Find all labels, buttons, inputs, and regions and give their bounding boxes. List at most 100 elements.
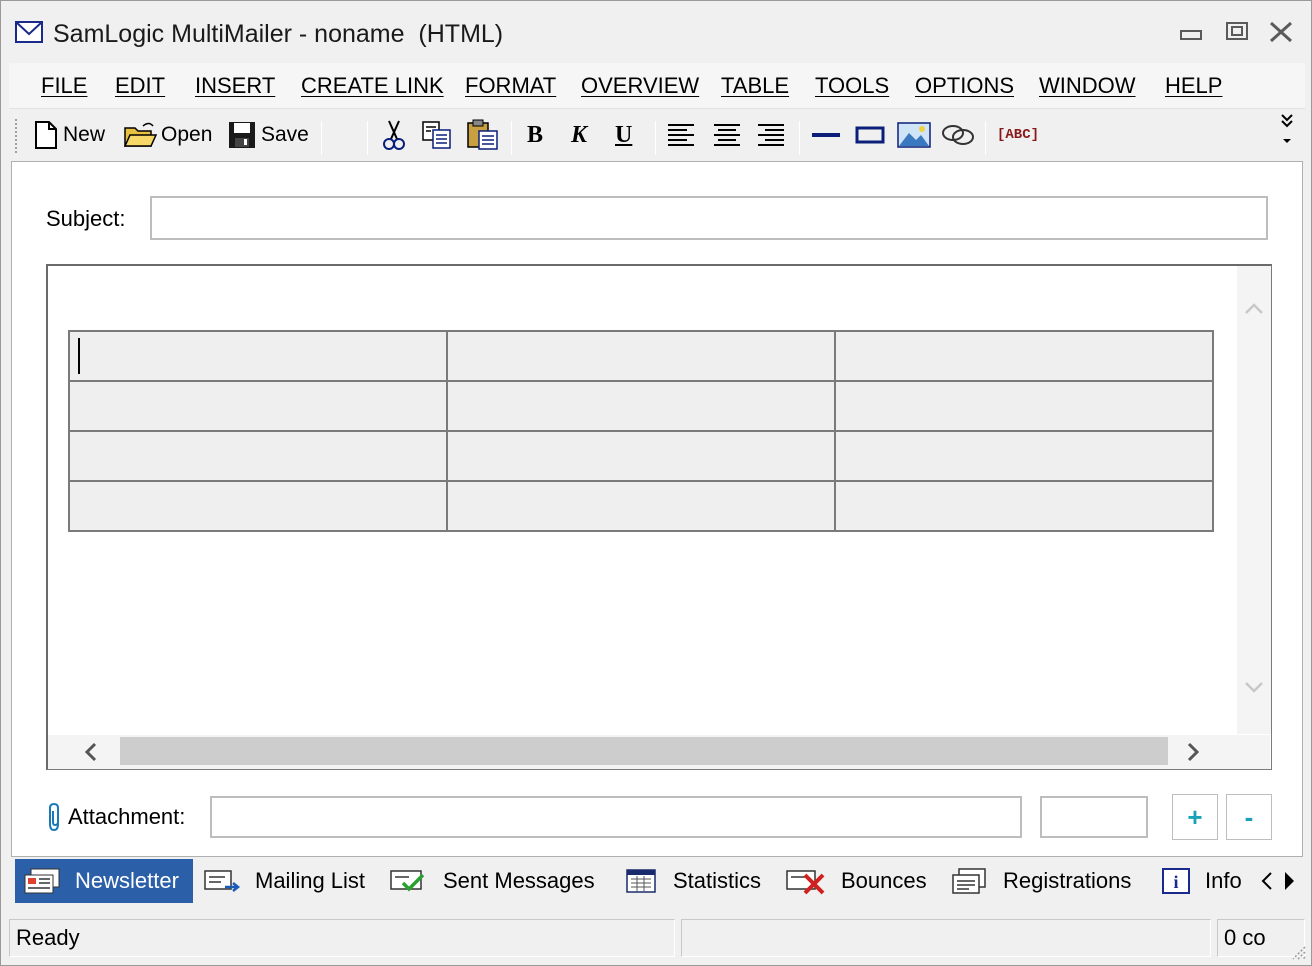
new-button[interactable]: New [33, 117, 105, 153]
spellcheck-icon: [ABC] [997, 127, 1040, 143]
cut-button[interactable] [381, 117, 407, 153]
table-cell[interactable] [68, 430, 448, 482]
table-cell[interactable] [834, 430, 1214, 482]
tab-label: Statistics [673, 868, 762, 893]
tab-bounces[interactable]: Bounces [777, 859, 935, 903]
tab-newsletter[interactable]: Newsletter [15, 859, 193, 903]
html-document-area[interactable] [46, 264, 1272, 770]
maximize-button[interactable] [1219, 17, 1255, 49]
align-left-button[interactable] [667, 117, 695, 153]
chevron-down-icon[interactable] [1243, 676, 1265, 698]
table-cell[interactable] [834, 330, 1214, 382]
table-cell[interactable] [446, 380, 836, 432]
table-row [68, 330, 1214, 382]
box-button[interactable] [855, 117, 885, 153]
image-button[interactable] [897, 117, 931, 153]
tab-mailing-list[interactable]: Mailing List [195, 859, 373, 903]
menu-file[interactable]: FILE [41, 73, 87, 99]
paste-button[interactable] [465, 117, 499, 153]
toolbar-separator [321, 121, 322, 155]
tab-label: Newsletter [75, 868, 179, 893]
info-icon: i [1162, 868, 1190, 894]
image-icon [897, 122, 931, 148]
close-button[interactable] [1263, 17, 1299, 49]
align-right-button[interactable] [757, 117, 785, 153]
tab-registrations[interactable]: Registrations [943, 859, 1139, 903]
copy-button[interactable] [421, 117, 453, 153]
menu-format[interactable]: FORMAT [465, 73, 556, 99]
underline-icon: U [615, 121, 633, 148]
status-bar: Ready 0 co [1, 911, 1311, 965]
statistics-icon [626, 869, 656, 893]
open-button[interactable]: Open [123, 117, 212, 153]
document-table[interactable] [68, 330, 1214, 532]
save-disk-icon [229, 122, 255, 148]
table-cell[interactable] [68, 330, 448, 382]
table-cell[interactable] [68, 480, 448, 532]
table-row [68, 430, 1214, 482]
menu-overview[interactable]: OVERVIEW [581, 73, 699, 99]
editor-panel: Subject: Attachment: + - [11, 161, 1303, 857]
table-cell[interactable] [446, 430, 836, 482]
tab-scroll-right-icon[interactable] [1281, 869, 1297, 893]
vertical-scrollbar[interactable] [1237, 266, 1271, 734]
menu-window[interactable]: WINDOW [1039, 73, 1136, 99]
menu-help[interactable]: HELP [1165, 73, 1222, 99]
link-button[interactable] [941, 117, 975, 153]
tab-sent-messages[interactable]: Sent Messages [381, 859, 603, 903]
bounces-icon [786, 870, 825, 895]
menu-table[interactable]: TABLE [721, 73, 789, 99]
attachment-size-field[interactable] [1040, 796, 1148, 838]
app-window: SamLogic MultiMailer - noname (HTML) FIL… [0, 0, 1312, 966]
minimize-icon [1180, 30, 1202, 40]
chevron-up-icon[interactable] [1243, 298, 1265, 320]
tab-statistics[interactable]: Statistics [617, 859, 769, 903]
add-attachment-button[interactable]: + [1172, 794, 1218, 840]
status-middle-pane [681, 919, 1211, 957]
table-cell[interactable] [446, 480, 836, 532]
save-label: Save [261, 123, 309, 146]
horizontal-scrollbar[interactable] [48, 735, 1270, 769]
chevron-right-icon[interactable] [1182, 741, 1204, 763]
sent-messages-icon [390, 870, 425, 892]
horizontal-line-icon [812, 133, 840, 137]
tab-info[interactable]: i Info [1153, 859, 1259, 903]
table-cell[interactable] [834, 380, 1214, 432]
menu-create-link[interactable]: CREATE LINK [301, 73, 444, 99]
toolbar-overflow-button[interactable] [1279, 113, 1295, 149]
title-bar: SamLogic MultiMailer - noname (HTML) [1, 1, 1311, 61]
save-button[interactable]: Save [227, 117, 309, 153]
toolbar-grip[interactable] [15, 119, 21, 153]
status-text: Ready [9, 919, 675, 957]
open-folder-icon [123, 122, 157, 147]
tab-label: Info [1205, 868, 1242, 893]
spellcheck-button[interactable]: [ABC] [997, 117, 1039, 153]
remove-attachment-button[interactable]: - [1226, 794, 1272, 840]
chevron-double-down-icon [1281, 114, 1293, 143]
table-cell[interactable] [446, 330, 836, 382]
table-cell[interactable] [834, 480, 1214, 532]
toolbar: New Open Save B K U [ABC] [9, 111, 1305, 159]
italic-button[interactable]: K [571, 117, 587, 153]
tab-scroll-left-icon[interactable] [1259, 869, 1275, 893]
underline-button[interactable]: U [615, 117, 632, 153]
tab-label: Sent Messages [443, 868, 595, 893]
toolbar-separator [985, 121, 986, 155]
chevron-left-icon[interactable] [80, 741, 102, 763]
minimize-button[interactable] [1173, 17, 1209, 49]
subject-input[interactable] [150, 196, 1268, 240]
toolbar-separator [367, 121, 368, 155]
horizontal-line-button[interactable] [811, 117, 841, 153]
menu-edit[interactable]: EDIT [115, 73, 165, 99]
attachment-input[interactable] [210, 796, 1022, 838]
align-left-icon [668, 124, 694, 146]
resize-grip-icon[interactable] [1287, 941, 1307, 961]
horizontal-scroll-thumb[interactable] [120, 737, 1168, 765]
menu-tools[interactable]: TOOLS [815, 73, 889, 99]
bold-button[interactable]: B [527, 117, 543, 153]
menu-options[interactable]: OPTIONS [915, 73, 1014, 99]
align-center-button[interactable] [713, 117, 741, 153]
table-cell[interactable] [68, 380, 448, 432]
menu-insert[interactable]: INSERT [195, 73, 275, 99]
tab-label: Registrations [1003, 868, 1132, 893]
